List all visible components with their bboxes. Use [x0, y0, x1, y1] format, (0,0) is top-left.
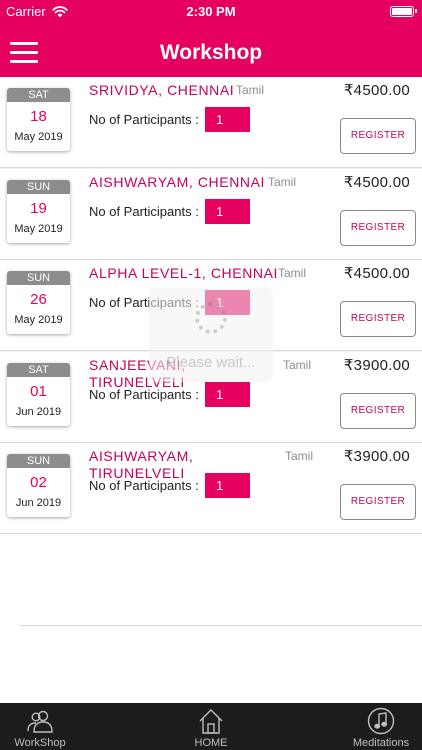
tab-label: Meditations	[352, 737, 410, 749]
participants-select[interactable]: 1	[205, 199, 250, 224]
date-month: Jun 2019	[15, 406, 62, 418]
date-card: SUN 19 May 2019	[7, 180, 70, 243]
workshop-name: ALPHA LEVEL-1, CHENNAI	[89, 265, 279, 281]
home-icon	[199, 709, 223, 734]
tab-label: HOME	[194, 737, 228, 749]
date-card: SUN 02 Jun 2019	[7, 454, 70, 517]
date-card: SAT 18 May 2019	[7, 88, 70, 151]
status-time: 2:30 PM	[186, 4, 236, 19]
music-note-icon	[367, 707, 395, 735]
workshop-price: ₹4500.00	[343, 265, 410, 282]
workshop-language: Tamil	[278, 266, 307, 280]
date-day: 02	[30, 474, 47, 491]
workshop-row: SUN 02 Jun 2019 AISHWARYAM, TIRUNELVELI …	[0, 443, 422, 534]
participants-select[interactable]: 1	[205, 107, 250, 132]
loading-text: Please wait...	[166, 354, 256, 371]
date-month: May 2019	[14, 131, 63, 143]
date-card: SUN 26 May 2019	[7, 271, 70, 334]
date-month: May 2019	[14, 223, 63, 235]
workshop-language: Tamil	[283, 358, 312, 372]
participants-label: No of Participants :	[89, 478, 199, 493]
date-month: Jun 2019	[15, 497, 62, 509]
divider	[20, 625, 422, 626]
app-screen: Carrier 2:30 PM Workshop SAT 18 May 2019…	[0, 0, 422, 750]
battery-icon	[390, 6, 417, 17]
workshop-name: AISHWARYAM, TIRUNELVELI	[89, 448, 194, 481]
app-header: Carrier 2:30 PM Workshop	[0, 0, 422, 77]
register-button[interactable]: REGISTER	[340, 118, 416, 154]
workshop-price: ₹3900.00	[343, 448, 410, 465]
workshop-language: Tamil	[285, 449, 314, 463]
workshop-row: SAT 18 May 2019 SRIVIDYA, CHENNAI Tamil …	[0, 77, 422, 168]
date-day: 01	[30, 383, 47, 400]
status-bar: Carrier 2:30 PM	[0, 0, 422, 24]
tab-bar: WorkShop HOME Meditations	[0, 703, 422, 750]
page-title: Workshop	[159, 41, 263, 64]
workshop-row: SUN 19 May 2019 AISHWARYAM, CHENNAI Tami…	[0, 169, 422, 260]
workshop-price: ₹4500.00	[343, 82, 410, 99]
workshop-name: AISHWARYAM, CHENNAI	[89, 174, 266, 190]
users-icon	[27, 710, 53, 733]
participants-label: No of Participants :	[89, 112, 199, 127]
tab-home[interactable]: HOME	[161, 703, 261, 750]
participants-label: No of Participants :	[89, 387, 199, 402]
register-button[interactable]: REGISTER	[340, 484, 416, 520]
date-weekday: SUN	[7, 180, 70, 194]
workshop-price: ₹3900.00	[343, 357, 410, 374]
loading-overlay: Please wait...	[149, 288, 273, 382]
date-day: 26	[30, 291, 47, 308]
workshop-price: ₹4500.00	[343, 174, 410, 191]
date-month: May 2019	[14, 314, 63, 326]
participants-label: No of Participants :	[89, 204, 199, 219]
date-weekday: SUN	[7, 454, 70, 468]
tab-workshop[interactable]: WorkShop	[0, 703, 90, 750]
spinner-icon	[195, 302, 227, 334]
register-button[interactable]: REGISTER	[340, 210, 416, 246]
participants-select[interactable]: 1	[205, 473, 250, 498]
workshop-language: Tamil	[236, 83, 265, 97]
date-weekday: SAT	[7, 363, 70, 377]
register-button[interactable]: REGISTER	[340, 301, 416, 337]
register-button[interactable]: REGISTER	[340, 393, 416, 429]
tab-label: WorkShop	[14, 737, 66, 749]
date-weekday: SAT	[7, 88, 70, 102]
date-day: 19	[30, 200, 47, 217]
date-weekday: SUN	[7, 271, 70, 285]
date-day: 18	[30, 108, 47, 125]
tab-meditations[interactable]: Meditations	[331, 703, 422, 750]
participants-select[interactable]: 1	[205, 382, 250, 407]
workshop-language: Tamil	[268, 175, 297, 189]
date-card: SAT 01 Jun 2019	[7, 363, 70, 426]
